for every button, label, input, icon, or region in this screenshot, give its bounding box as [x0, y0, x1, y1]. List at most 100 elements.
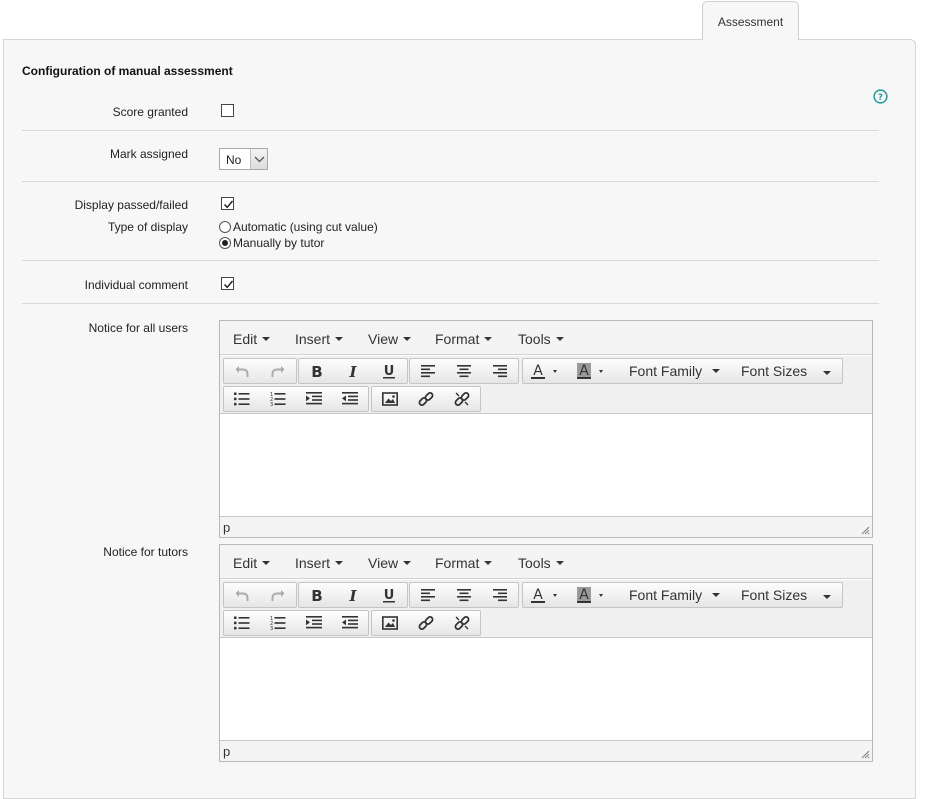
font-sizes-dropdown[interactable]: Font Sizes [741, 363, 841, 379]
menu-format[interactable]: Format [435, 555, 493, 571]
svg-text:A: A [579, 363, 589, 379]
link-icon[interactable] [408, 387, 444, 411]
individual-comment-checkbox[interactable] [221, 277, 234, 290]
insert-group [371, 610, 481, 636]
italic-icon[interactable]: I [335, 359, 371, 383]
list-group: 123 [223, 386, 369, 412]
svg-text:?: ? [878, 92, 883, 102]
editor-menubar: Edit Insert View Format Tools [220, 321, 872, 355]
svg-text:A: A [533, 363, 543, 379]
image-icon[interactable] [372, 387, 408, 411]
menu-insert[interactable]: Insert [295, 331, 344, 347]
text-style-group: B I U [298, 582, 408, 608]
bold-icon[interactable]: B [299, 583, 335, 607]
notice-tutors-label: Notice for tutors [103, 545, 188, 559]
resize-handle-icon[interactable] [860, 525, 870, 535]
align-center-icon[interactable] [446, 583, 482, 607]
align-left-icon[interactable] [410, 583, 446, 607]
display-passed-failed-label: Display passed/failed [74, 198, 188, 212]
align-center-icon[interactable] [446, 359, 482, 383]
background-color-icon: A [577, 587, 603, 603]
display-passed-failed-checkbox[interactable] [221, 197, 234, 210]
background-color-button[interactable]: A [569, 583, 615, 607]
list-group: 123 [223, 610, 369, 636]
numbered-list-icon[interactable]: 123 [260, 611, 296, 635]
divider [22, 181, 879, 182]
bullet-list-icon[interactable] [224, 611, 260, 635]
text-color-button[interactable]: A [523, 359, 569, 383]
svg-text:B: B [311, 587, 322, 603]
editor-content-area[interactable] [220, 415, 872, 516]
checkmark-icon [223, 280, 234, 289]
background-color-button[interactable]: A [569, 359, 615, 383]
redo-icon[interactable] [260, 359, 296, 383]
checkmark-icon [223, 200, 234, 209]
align-right-icon[interactable] [482, 583, 518, 607]
mark-assigned-select[interactable]: No [219, 148, 268, 170]
underline-icon[interactable]: U [371, 583, 407, 607]
svg-text:3: 3 [270, 626, 273, 631]
editor-statusbar: p [220, 516, 872, 537]
editor-notice-tutors: Edit Insert View Format Tools B I U A A … [219, 544, 873, 762]
menu-tools[interactable]: Tools [518, 331, 564, 347]
font-family-dropdown[interactable]: Font Family [629, 363, 721, 379]
undo-icon[interactable] [224, 583, 260, 607]
radio-automatic[interactable]: Automatic (using cut value) [219, 220, 378, 234]
radio-button-selected[interactable] [219, 237, 231, 249]
svg-text:I: I [348, 363, 357, 379]
insert-group [371, 386, 481, 412]
score-granted-checkbox[interactable] [221, 104, 234, 117]
radio-manually-by-tutor[interactable]: Manually by tutor [219, 236, 324, 250]
svg-text:B: B [311, 363, 322, 379]
image-icon[interactable] [372, 611, 408, 635]
text-color-icon: A [531, 587, 557, 603]
alignment-group [409, 358, 519, 384]
link-icon[interactable] [408, 611, 444, 635]
font-group: A A Font Family Font Sizes [522, 582, 843, 608]
help-icon[interactable]: ? [873, 89, 888, 104]
individual-comment-label: Individual comment [84, 278, 188, 292]
indent-icon[interactable] [296, 387, 332, 411]
divider [22, 260, 879, 261]
menu-view[interactable]: View [368, 331, 412, 347]
resize-handle-icon[interactable] [860, 749, 870, 759]
outdent-icon[interactable] [332, 611, 368, 635]
indent-icon[interactable] [296, 611, 332, 635]
menu-edit[interactable]: Edit [233, 331, 271, 347]
svg-text:A: A [533, 587, 543, 603]
font-family-dropdown[interactable]: Font Family [629, 587, 721, 603]
radio-manually-label: Manually by tutor [233, 236, 325, 250]
element-path[interactable]: p [223, 744, 230, 759]
menu-insert[interactable]: Insert [295, 555, 344, 571]
tab-assessment[interactable]: Assessment [702, 1, 799, 40]
menu-format[interactable]: Format [435, 331, 493, 347]
align-left-icon[interactable] [410, 359, 446, 383]
text-color-button[interactable]: A [523, 583, 569, 607]
menu-tools[interactable]: Tools [518, 555, 564, 571]
font-sizes-dropdown[interactable]: Font Sizes [741, 587, 841, 603]
menu-view[interactable]: View [368, 555, 412, 571]
alignment-group [409, 582, 519, 608]
text-style-group: B I U [298, 358, 408, 384]
radio-button[interactable] [219, 221, 231, 233]
bold-icon[interactable]: B [299, 359, 335, 383]
italic-icon[interactable]: I [335, 583, 371, 607]
numbered-list-icon[interactable]: 123 [260, 387, 296, 411]
history-group [223, 358, 297, 384]
underline-icon[interactable]: U [371, 359, 407, 383]
element-path[interactable]: p [223, 520, 230, 535]
menu-edit[interactable]: Edit [233, 555, 271, 571]
undo-icon[interactable] [224, 359, 260, 383]
editor-content-area[interactable] [220, 639, 872, 740]
align-right-icon[interactable] [482, 359, 518, 383]
editor-menubar: Edit Insert View Format Tools [220, 545, 872, 579]
score-granted-label: Score granted [112, 105, 188, 119]
editor-toolbar: B I U A A Font Family Font Sizes 1 2 3 [220, 356, 872, 414]
svg-text:I: I [348, 587, 357, 603]
unlink-icon[interactable] [444, 387, 480, 411]
unlink-icon[interactable] [444, 611, 480, 635]
divider [22, 130, 879, 131]
outdent-icon[interactable] [332, 387, 368, 411]
bullet-list-icon[interactable] [224, 387, 260, 411]
redo-icon[interactable] [260, 583, 296, 607]
